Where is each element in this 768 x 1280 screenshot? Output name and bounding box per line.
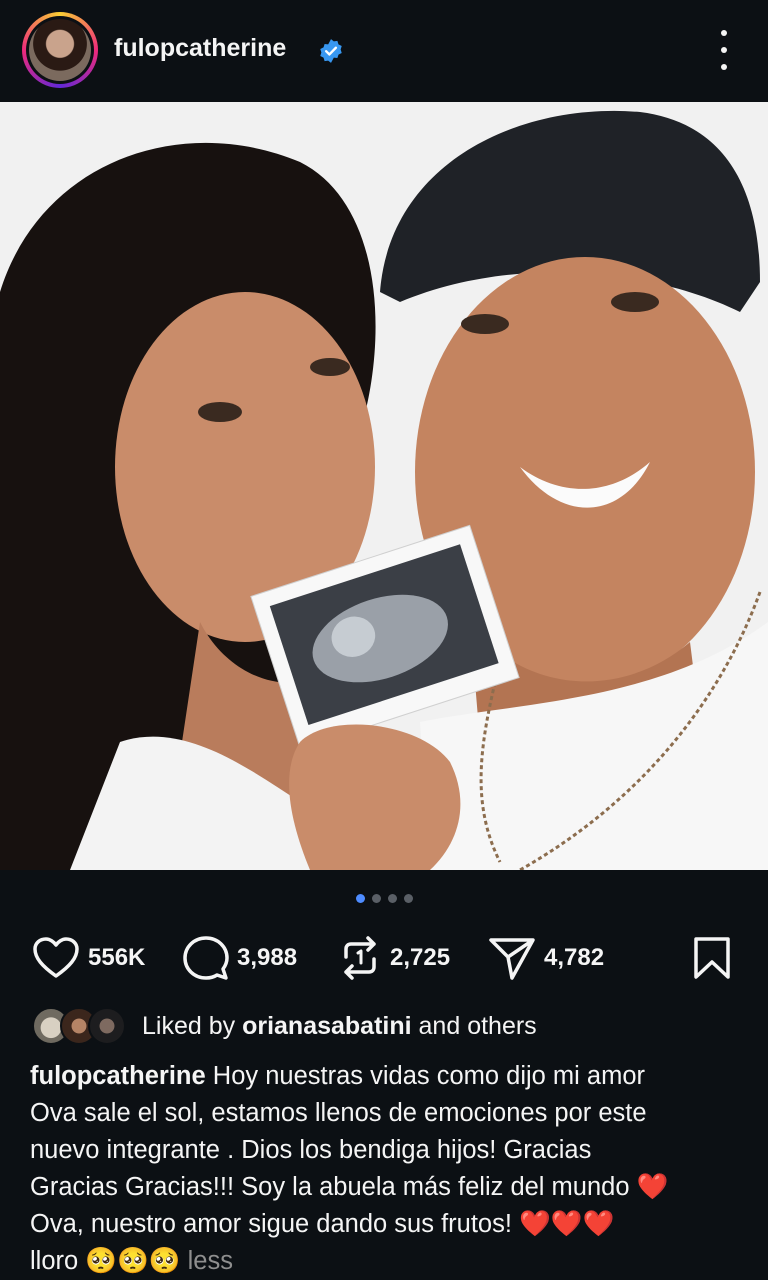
post-caption: fulopcatherine Hoy nuestras vidas como d…: [30, 1058, 740, 1280]
send-icon: [489, 938, 535, 980]
repost-icon: [344, 936, 376, 980]
verified-badge-icon: [320, 39, 342, 63]
caption-line-4: Gracias Gracias!!! Soy la abuela más fel…: [30, 1173, 630, 1201]
liked-by-text: Liked by orianasabatini and others: [142, 1012, 537, 1041]
caption-line-3: nuevo integrante . Dios los bendiga hijo…: [30, 1136, 592, 1164]
caption-line-1: Hoy nuestras vidas como dijo mi amor: [212, 1062, 646, 1090]
carousel-dot-1: [355, 894, 365, 903]
like-count: 556K: [88, 944, 146, 971]
story-ring[interactable]: [22, 12, 98, 88]
carousel-dot-3: [387, 894, 397, 903]
like-button[interactable]: 556K: [32, 928, 145, 988]
comment-icon: [183, 936, 229, 980]
caption-line-5: Ova, nuestro amor sigue dando sus frutos…: [30, 1210, 512, 1238]
liker-avatar-3: [88, 1007, 126, 1045]
share-count: 4,782: [544, 944, 605, 971]
repost-button[interactable]: 2,725: [338, 928, 450, 988]
carousel-dot-2: [371, 894, 381, 903]
post-header: fulopcatherine: [0, 0, 768, 102]
heart-emoji-icon: ❤️: [636, 1173, 669, 1201]
comment-button[interactable]: 3,988: [183, 928, 297, 988]
pleading-face-emoji-icon: 🥺🥺🥺: [85, 1247, 181, 1275]
post-username[interactable]: fulopcatherine: [114, 34, 286, 63]
save-button[interactable]: [692, 928, 732, 988]
liked-by-row[interactable]: Liked by orianasabatini and others: [32, 1006, 752, 1046]
liked-by-user[interactable]: orianasabatini: [242, 1012, 412, 1040]
liked-by-prefix: Liked by: [142, 1011, 236, 1040]
comment-count: 3,988: [237, 944, 298, 971]
post-actions: 556K 3,988 2,725 4,782: [0, 928, 768, 988]
carousel-indicator: [0, 894, 768, 908]
post-image[interactable]: [0, 102, 768, 870]
caption-line-6: lloro: [30, 1247, 79, 1275]
repost-count: 2,725: [390, 944, 451, 971]
post-photo-illustration: [0, 102, 768, 870]
carousel-dot-4: [403, 894, 413, 903]
caption-line-2: Ova sale el sol, estamos llenos de emoci…: [30, 1099, 647, 1127]
bookmark-icon: [694, 937, 730, 979]
share-button[interactable]: 4,782: [488, 928, 604, 988]
profile-avatar[interactable]: [29, 19, 91, 81]
caption-username[interactable]: fulopcatherine: [30, 1062, 206, 1090]
hearts-emoji-icon: ❤️❤️❤️: [519, 1210, 615, 1238]
caption-less-link[interactable]: less: [188, 1247, 233, 1275]
liked-by-suffix: and others: [418, 1011, 537, 1040]
heart-icon: [33, 937, 79, 978]
more-vertical-icon[interactable]: [710, 30, 738, 70]
